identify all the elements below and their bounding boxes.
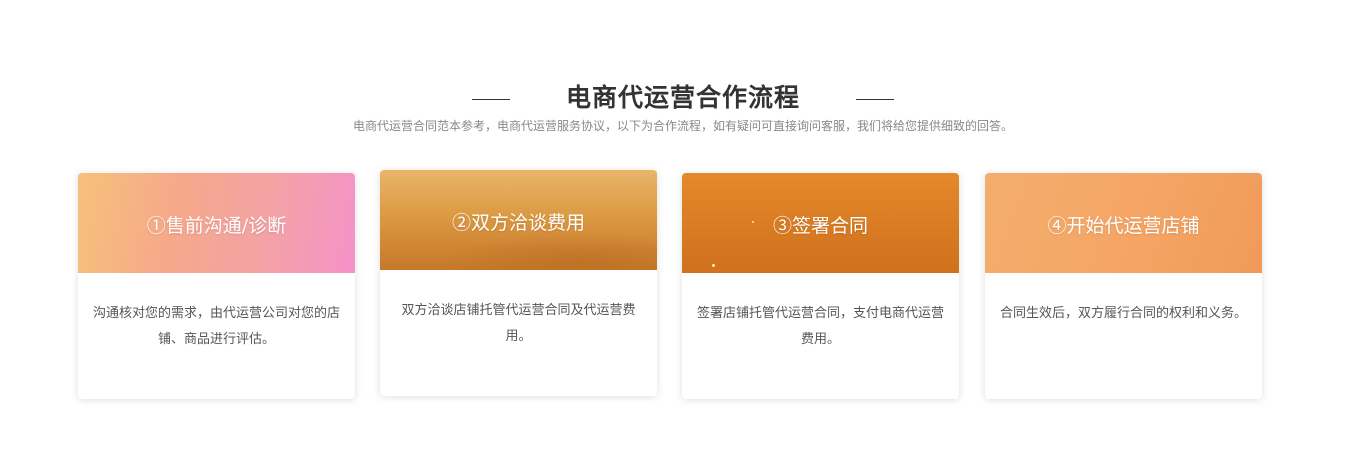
step-description: 签署店铺托管代运营合同，支付电商代运营费用。 <box>696 306 944 347</box>
step-title: ②双方洽谈费用 <box>451 212 585 234</box>
step-card-header: ②双方洽谈费用 <box>380 170 657 270</box>
title-decor-line-right <box>856 99 894 100</box>
step-card-header: ①售前沟通/诊断 <box>78 173 355 273</box>
section-title: 电商代运营合作流程 <box>565 83 800 112</box>
step-card-1: ①售前沟通/诊断 沟通核对您的需求，由代运营公司对您的店铺、商品进行评估。 <box>78 173 355 399</box>
step-title: ①售前沟通/诊断 <box>146 215 287 237</box>
step-description: 沟通核对您的需求，由代运营公司对您的店铺、商品进行评估。 <box>92 306 340 347</box>
section-subtitle: 电商代运营合同范本参考，电商代运营服务协议，以下为合作流程，如有疑问可直接询问客… <box>352 119 1013 133</box>
step-card-4: ④开始代运营店铺 合同生效后，双方履行合同的权利和义务。 <box>985 173 1262 399</box>
sparkle-decoration <box>712 264 715 267</box>
section-title-row: 电商代运营合作流程 <box>0 76 1358 116</box>
step-card-2: ②双方洽谈费用 双方洽谈店铺托管代运营合同及代运营费用。 <box>380 170 657 396</box>
step-title: ④开始代运营店铺 <box>1047 215 1200 237</box>
step-title: ③签署合同 <box>772 215 868 237</box>
step-card-header: ③签署合同 <box>682 173 959 273</box>
step-card-3: ③签署合同 签署店铺托管代运营合同，支付电商代运营费用。 <box>682 173 959 399</box>
step-description: 双方洽谈店铺托管代运营合同及代运营费用。 <box>401 303 636 344</box>
step-card-header: ④开始代运营店铺 <box>985 173 1262 273</box>
step-description: 合同生效后，双方履行合同的权利和义务。 <box>999 306 1247 321</box>
